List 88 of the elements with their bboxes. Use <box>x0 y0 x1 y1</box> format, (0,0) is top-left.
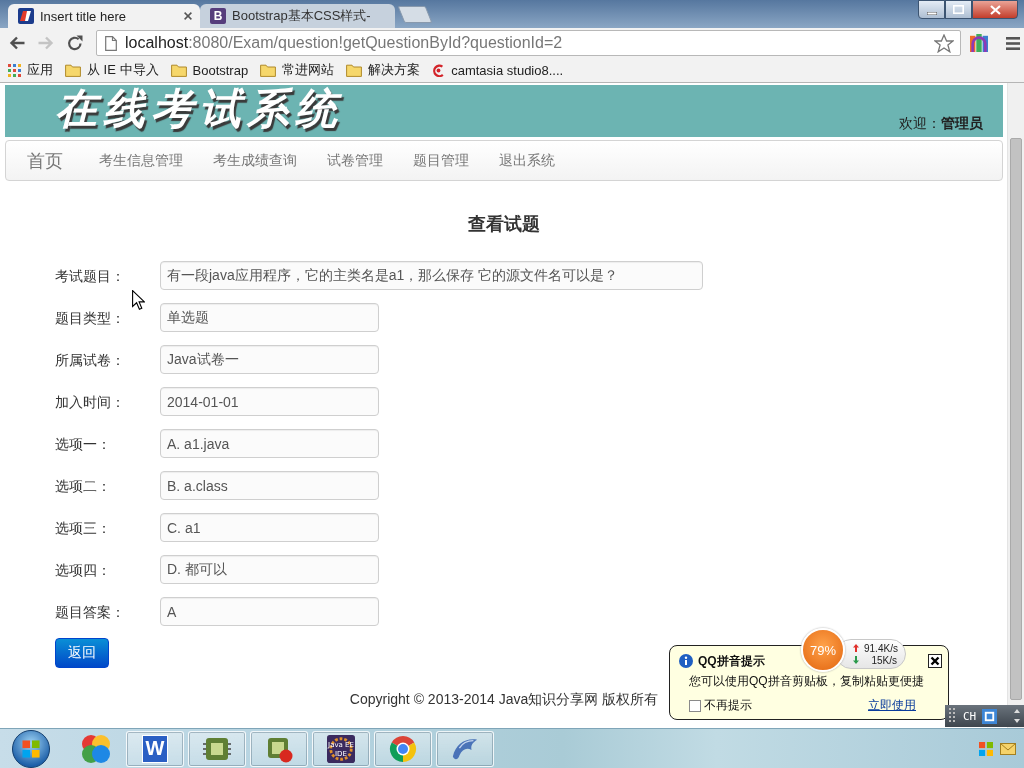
maximize-icon <box>953 5 964 14</box>
rainbow-icon[interactable] <box>970 34 988 52</box>
taskbar-button[interactable] <box>374 730 432 767</box>
nav-link[interactable]: 考生成绩查询 <box>198 151 312 170</box>
field-label: 题目答案： <box>55 603 126 622</box>
page-title: 查看试题 <box>468 213 540 235</box>
bookmark[interactable]: Bootstrap <box>170 62 249 78</box>
letter-tile-icon: W <box>142 734 168 763</box>
close-button[interactable] <box>972 0 1018 19</box>
taskbar-button[interactable] <box>188 730 246 767</box>
nav-link[interactable]: 题目管理 <box>398 151 484 170</box>
download-speed: 15K/s <box>871 654 897 666</box>
apps-grid-icon <box>8 63 21 77</box>
taskbar-button[interactable]: W <box>126 730 184 767</box>
close-icon[interactable] <box>928 654 942 668</box>
upload-speed: 91.4K/s <box>864 642 898 654</box>
maximize-button[interactable] <box>945 0 972 19</box>
text-field[interactable]: 有一段java应用程序，它的主类名是a1，那么保存 它的源文件名可以是？ <box>160 261 703 290</box>
field-label: 加入时间： <box>55 393 126 412</box>
checkbox[interactable] <box>689 699 701 712</box>
start-orb-icon[interactable] <box>12 729 50 768</box>
text-field[interactable]: A. a1.java <box>160 429 379 458</box>
close-icon[interactable] <box>184 12 192 20</box>
minimize-button[interactable] <box>918 0 945 19</box>
home-link[interactable]: 首页 <box>12 148 84 173</box>
nav-link[interactable]: 退出系统 <box>484 151 570 170</box>
round-logo-icon <box>389 734 417 763</box>
reload-icon[interactable] <box>67 35 83 51</box>
down-arrow-icon <box>853 656 859 664</box>
copyright-text: Copyright © 2013-2014 Java知识分享网 版权所有 <box>349 691 659 709</box>
text-field[interactable]: A <box>160 597 379 626</box>
bookmark[interactable]: 应用 <box>8 61 53 79</box>
field-label: 选项四： <box>55 561 112 580</box>
text-field[interactable]: 2014-01-01 <box>160 387 379 416</box>
scrollbar-thumb[interactable] <box>1010 138 1022 700</box>
scrollbar[interactable] <box>1007 83 1024 728</box>
text-field[interactable]: C. a1 <box>160 513 379 542</box>
text-field[interactable]: D. 都可以 <box>160 555 379 584</box>
envelope-icon[interactable] <box>1000 741 1016 756</box>
checkbox-label[interactable]: 不再提示 <box>704 697 752 714</box>
return-button[interactable]: 返回 <box>55 638 109 668</box>
taskbar-button[interactable] <box>250 730 308 767</box>
site-icon: B <box>210 8 226 24</box>
browser-tab[interactable]: Insert title here <box>8 4 200 28</box>
back-icon[interactable] <box>9 36 25 50</box>
swirl-icon <box>432 63 446 77</box>
field-label: 题目类型： <box>55 309 126 328</box>
star-icon[interactable] <box>934 33 954 53</box>
folder-icon <box>346 63 363 77</box>
field-label: 考试题目： <box>55 267 126 286</box>
colored-circles-icon[interactable] <box>80 732 112 765</box>
menu-icon[interactable] <box>1006 36 1020 50</box>
popup-title: QQ拼音提示 <box>698 652 765 670</box>
browser-tab[interactable]: B Bootstrap基本CSS样式- <box>200 4 395 28</box>
text-field[interactable]: 单选题 <box>160 303 379 332</box>
popup-message: 您可以使用QQ拼音剪贴板，复制粘贴更便捷 <box>689 673 924 689</box>
text-field[interactable]: B. a.class <box>160 471 379 500</box>
minimize-icon <box>926 11 937 15</box>
language-indicator[interactable]: CH <box>963 709 977 723</box>
text-field[interactable]: Java试卷一 <box>160 345 379 374</box>
field-label: 选项二： <box>55 477 112 496</box>
field-label: 所属试卷： <box>55 351 126 370</box>
folder-icon <box>170 63 187 77</box>
bookmark[interactable]: 解决方案 <box>346 61 421 79</box>
folder-icon <box>260 63 277 77</box>
input-method-icon[interactable] <box>982 708 998 724</box>
bookmark[interactable]: 常进网站 <box>260 61 335 79</box>
page-icon <box>18 8 34 24</box>
page-icon <box>105 35 117 51</box>
bookmark[interactable]: 从 IE 中导入 <box>65 61 159 79</box>
taskbar-button[interactable] <box>436 730 494 767</box>
nav-link[interactable]: 考生信息管理 <box>84 151 198 170</box>
bookmark[interactable]: camtasia studio8.... <box>432 62 564 78</box>
up-arrow-icon <box>853 644 859 652</box>
use-now-link[interactable]: 立即使用 <box>868 697 916 714</box>
info-icon <box>679 654 693 668</box>
new-tab-button[interactable] <box>397 6 433 23</box>
up-down-arrows-icon[interactable] <box>1014 709 1020 723</box>
nav-link[interactable]: 试卷管理 <box>312 151 398 170</box>
welcome-text: 欢迎：管理员 <box>899 115 983 133</box>
field-label: 选项一： <box>55 435 112 454</box>
address-bar[interactable]: localhost:8080/Exam/question!getQuestionById?questionId=2 <box>96 30 961 56</box>
close-icon <box>989 4 1001 15</box>
field-label: 选项三： <box>55 519 112 538</box>
folder-icon <box>65 63 81 77</box>
grip-icon[interactable] <box>949 708 957 724</box>
mouse-pointer-icon <box>132 290 145 310</box>
site-logo: 在线考试系统 <box>55 87 343 131</box>
